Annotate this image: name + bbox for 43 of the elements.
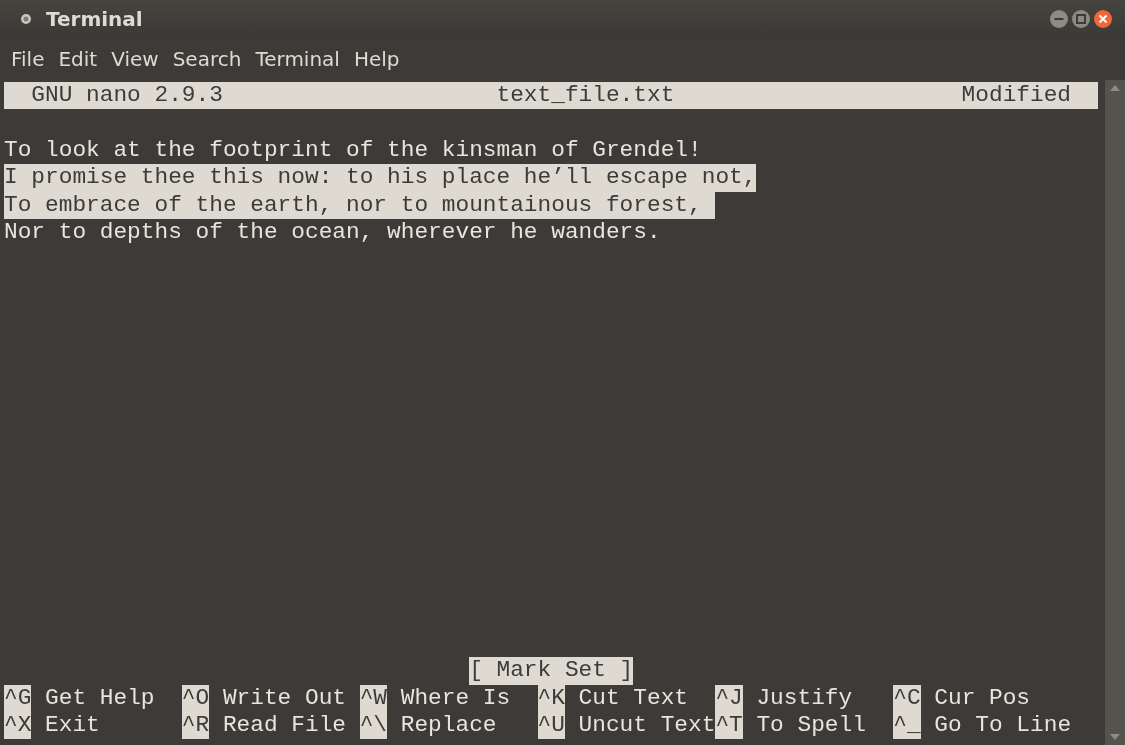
scroll-up-icon[interactable] [1110,84,1120,92]
shortcut-label: To Spell [756,712,866,740]
shortcut-label: Cut Text [578,684,689,712]
shortcut-label: Justify [756,684,853,712]
scrollbar[interactable] [1105,80,1125,745]
shortcut-label: Exit [45,712,100,740]
minimize-button[interactable] [1049,9,1069,29]
shortcut-label: Get Help [45,684,155,712]
menu-item[interactable]: Terminal [248,47,347,71]
shortcut-label: Cur Pos [934,684,1031,712]
close-button[interactable] [1093,9,1113,29]
shortcut-key: ^T [715,712,743,740]
shortcut-key: ^G [4,684,32,712]
shortcut-key: ^R [181,712,210,740]
shortcut-key: ^U [537,712,565,740]
shortcut-key: ^W [359,684,388,712]
shortcut-label: Where Is [400,684,511,712]
shortcut-key: ^_ [893,712,921,740]
shortcut-key: ^X [4,712,32,740]
text-line: Nor to depths of the ocean, wherever he wanders. [4,218,661,247]
shortcut-key: ^J [715,684,743,712]
file-name: text_file.txt [496,82,675,110]
shortcut-label: Uncut Text [578,712,716,740]
terminal-icon [20,13,32,25]
menu-item[interactable]: Search [165,47,249,71]
shortcut-key: ^O [181,684,210,712]
shortcut-key: ^C [893,684,921,712]
menu-item[interactable]: File [4,47,52,71]
menu-item[interactable]: Help [346,47,407,71]
modified-status: Modified [961,82,1072,110]
shortcut-key: ^\ [359,712,388,740]
shortcut-label: Replace [400,712,497,740]
scroll-down-icon[interactable] [1110,733,1120,741]
shortcut-label: Write Out [222,684,346,712]
status-message: [ Mark Set ] [469,657,634,685]
window-title: Terminal [46,7,143,31]
app-version: GNU nano 2.9.3 [31,82,224,110]
menu-item[interactable]: Edit [51,47,105,71]
text-line: To look at the footprint of the kinsman of Grendel! [4,136,702,165]
shortcut-key: ^K [537,684,565,712]
shortcut-label: Go To Line [934,712,1072,740]
menu-item[interactable]: View [104,47,166,71]
shortcut-label: Read File [222,712,346,740]
